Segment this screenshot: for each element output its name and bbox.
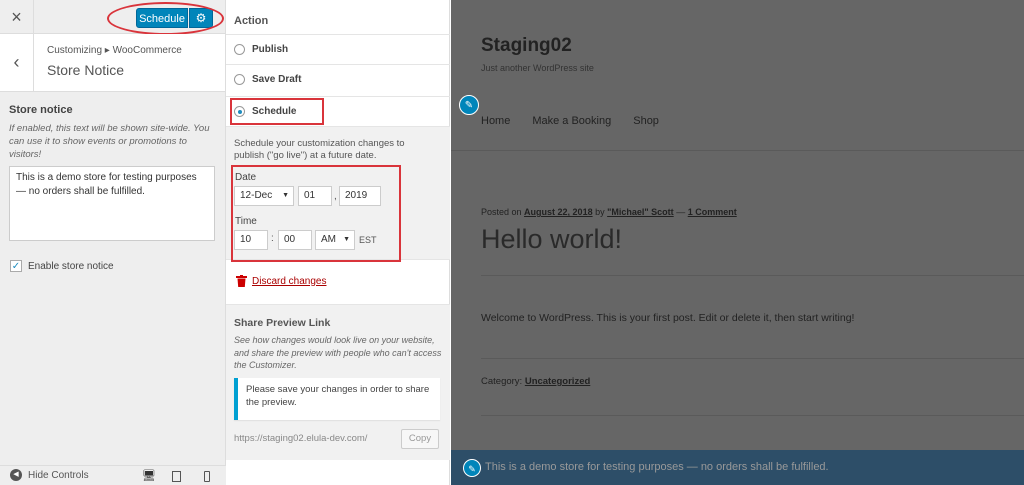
radio-label: Save Draft [252,74,302,85]
schedule-section: Schedule your customization changes to p… [226,126,450,260]
nav-item-shop[interactable]: Shop [633,115,659,127]
enable-store-notice-control[interactable]: ✓ Enable store notice [10,260,114,272]
collapse-icon: ◀ [10,469,22,481]
timezone-label: EST [359,235,377,245]
mobile-icon[interactable] [204,471,210,482]
close-icon[interactable]: × [0,0,34,34]
pencil-icon[interactable]: ✎ [463,459,481,477]
posted-on-label: Posted on [481,207,522,217]
customizer-controls-panel: × Schedule ⚙ ‹ Customizing ▸ WooCommerce… [0,0,226,485]
action-heading: Action [234,15,269,27]
chevron-down-icon: ▼ [343,236,350,243]
breadcrumb: Customizing ▸ WooCommerce [47,45,182,56]
post-title[interactable]: Hello world! [481,224,622,255]
tablet-icon[interactable] [172,471,181,482]
post-body: Welcome to WordPress. This is your first… [481,312,855,324]
discard-changes-link[interactable]: Discard changes [252,276,326,287]
date-label: Date [235,172,257,183]
year-input[interactable]: 2019 [339,186,381,206]
post-meta: Posted on August 22, 2018 by "Michael" S… [481,207,737,217]
section-header: ‹ Customizing ▸ WooCommerce Store Notice [0,34,225,92]
enable-store-notice-checkbox[interactable]: ✓ [10,260,22,272]
hide-controls-button[interactable]: ◀ Hide Controls [10,469,89,481]
store-notice-description: If enabled, this text will be shown site… [9,123,210,160]
share-preview-section: Share Preview Link See how changes would… [226,304,450,460]
hour-input[interactable]: 10 [234,230,268,250]
store-notice-textarea[interactable]: This is a demo store for testing purpose… [9,166,215,241]
discard-changes-control[interactable]: Discard changes [236,275,326,287]
minute-input[interactable]: 00 [278,230,312,250]
category-link[interactable]: Uncategorized [525,376,590,387]
time-separator: : [271,233,274,244]
share-preview-title: Share Preview Link [234,317,331,329]
radio-button[interactable] [234,44,245,55]
comments-link[interactable]: 1 Comment [688,207,737,217]
back-icon[interactable]: ‹ [0,34,34,92]
chevron-down-icon: ▼ [282,192,289,199]
radio-button-selected[interactable] [234,106,245,117]
divider [451,150,1024,151]
share-preview-description: See how changes would look live on your … [234,335,442,370]
radio-schedule[interactable]: Schedule [226,96,450,126]
enable-store-notice-label: Enable store notice [28,260,114,272]
trash-icon [236,275,247,287]
site-tagline: Just another WordPress site [481,63,594,73]
hide-controls-label: Hide Controls [28,469,89,481]
month-select[interactable]: 12-Dec ▼ [234,186,294,206]
share-preview-notice: Please save your changes in order to sha… [234,378,440,420]
ampm-value: AM [321,234,336,245]
preview-url[interactable]: https://staging02.elula-dev.com/ [234,433,367,444]
schedule-description: Schedule your customization changes to p… [234,138,405,161]
nav-item-home[interactable]: Home [481,115,510,127]
date-separator: , [334,191,337,202]
section-title: Store Notice [47,62,125,78]
radio-label: Schedule [252,106,297,117]
publish-settings-panel: Action Publish Save Draft Schedule Sched… [226,0,450,485]
copy-button[interactable]: Copy [401,429,439,449]
radio-save-draft[interactable]: Save Draft [226,64,450,94]
radio-publish[interactable]: Publish [226,34,450,64]
site-preview: Staging02 Just another WordPress site ✎ … [451,0,1024,485]
nav-item-make-a-booking[interactable]: Make a Booking [532,115,611,127]
schedule-button[interactable]: Schedule [136,8,188,28]
category-label: Category: [481,376,523,387]
day-input[interactable]: 01 [298,186,332,206]
customizer-header: × Schedule ⚙ [0,0,225,35]
divider [481,415,1024,416]
ampm-select[interactable]: AM ▼ [315,230,355,250]
meta-dash: — [676,207,686,217]
divider [481,275,1024,276]
customizer-footer: ◀ Hide Controls 🖥 [0,465,226,485]
post-category: Category: Uncategorized [481,376,590,387]
site-navigation: Home Make a Booking Shop [481,115,659,127]
pencil-icon[interactable]: ✎ [459,95,479,115]
month-value: 12-Dec [240,190,273,201]
radio-button[interactable] [234,74,245,85]
time-label: Time [235,216,257,227]
radio-label: Publish [252,44,289,55]
store-notice-bar: This is a demo store for testing purpose… [451,450,1024,485]
desktop-icon[interactable]: 🖥 [142,469,156,482]
by-label: by [595,207,605,217]
site-title[interactable]: Staging02 [481,35,572,57]
divider [481,358,1024,359]
gear-icon[interactable]: ⚙ [189,8,213,28]
store-notice-label: Store notice [9,104,73,116]
post-date-link[interactable]: August 22, 2018 [524,207,593,217]
author-link[interactable]: "Michael" Scott [607,207,674,217]
